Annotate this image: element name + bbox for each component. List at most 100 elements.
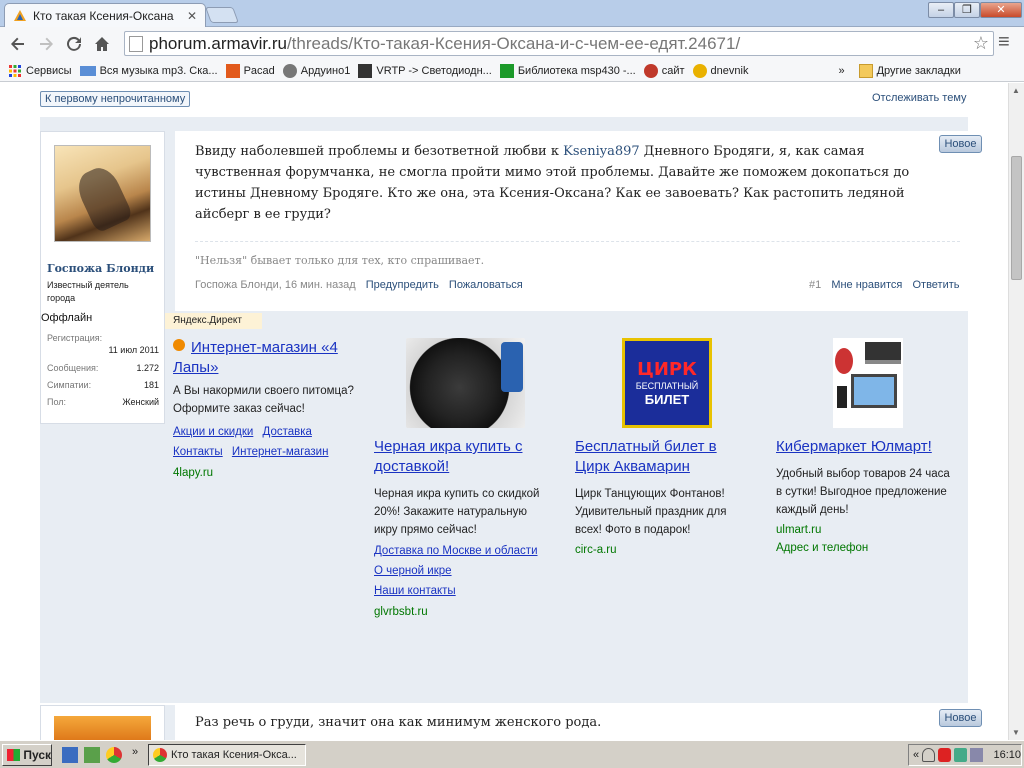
bookmark-star-icon[interactable]: ☆ — [973, 33, 989, 54]
tray-expand-icon[interactable]: « — [913, 749, 919, 761]
first-unread-button[interactable]: К первому непрочитанному — [40, 91, 191, 107]
start-button[interactable]: Пуск — [2, 744, 52, 766]
like-link[interactable]: Мне нравится — [831, 279, 902, 291]
tab-close-icon[interactable]: ✕ — [187, 9, 197, 23]
menu-icon[interactable]: ≡ — [998, 31, 1010, 54]
user-mention-link[interactable]: Kseniya897 — [563, 144, 640, 159]
scroll-thumb[interactable] — [1011, 156, 1022, 280]
chrome-icon[interactable] — [106, 747, 122, 763]
url-host: phorum.armavir.ru — [149, 33, 287, 53]
maximize-button[interactable]: ❐ — [954, 2, 980, 18]
report-link[interactable]: Пожаловаться — [449, 279, 523, 291]
warn-link[interactable]: Предупредить — [366, 279, 439, 291]
ad-title-link[interactable]: Интернет-магазин «4 Лапы» — [173, 339, 338, 376]
bookmark-site[interactable]: сайт — [643, 63, 685, 78]
ad-domain[interactable]: glvrbsbt.ru — [374, 603, 544, 621]
taskbar-chrome-window[interactable]: Кто такая Ксения-Окса... — [148, 744, 306, 766]
page-scrollbar[interactable]: ▲ ▼ — [1008, 83, 1024, 740]
windows-logo-icon — [7, 749, 21, 761]
bookmark-dnevnik[interactable]: dnevnik — [692, 63, 748, 78]
notification-bell-icon[interactable] — [922, 748, 936, 762]
bookmark-arduino[interactable]: Ардуино1 — [282, 63, 350, 78]
mouse-icon — [835, 348, 853, 374]
ad-sitelink[interactable]: Интернет-магазин — [232, 446, 329, 458]
bookmark-pacad[interactable]: Pacad — [225, 63, 275, 78]
ad-title-link[interactable]: Кибермаркет Юлмарт! — [776, 438, 932, 455]
bookmark-vrtp[interactable]: VRTP -> Светодиодн... — [358, 63, 492, 78]
clock[interactable]: 16:10 — [993, 749, 1021, 761]
ad-sitelink[interactable]: Доставка по Москве и области — [374, 541, 544, 561]
close-window-button[interactable]: ✕ — [980, 2, 1022, 18]
bookmarks-overflow-label: » — [838, 64, 845, 77]
page-icon — [129, 35, 143, 52]
ad-electronics-image[interactable] — [833, 338, 903, 428]
stat-value: Женский — [122, 397, 159, 407]
home-button[interactable] — [88, 30, 116, 58]
reload-button[interactable] — [60, 30, 88, 58]
ad-sitelink[interactable]: Доставка — [263, 426, 312, 438]
stat-likes: Симпатии: 181 — [45, 380, 159, 397]
post-text: Раз речь о груди, значит она как минимум… — [195, 715, 602, 730]
taskbar: Пуск » Кто такая Ксения-Окса... « 16:10 — [0, 740, 1024, 768]
ad-contact-link[interactable]: Адрес и телефон — [776, 539, 956, 557]
new-tab-button[interactable] — [205, 7, 239, 23]
show-desktop-icon[interactable] — [62, 747, 78, 763]
ad-sitelink[interactable]: Наши контакты — [374, 581, 544, 601]
avatar[interactable] — [54, 716, 151, 740]
forward-button[interactable] — [32, 30, 60, 58]
ad-circus-image[interactable]: ЦИРК БЕСПЛАТНЫЙ БИЛЕТ — [622, 338, 712, 428]
bookmark-label: VRTP -> Светодиодн... — [376, 64, 492, 77]
ad-item: Кибермаркет Юлмарт! Удобный выбор товаро… — [776, 437, 956, 557]
bookmarks-overflow-button[interactable]: » — [838, 65, 844, 77]
stat-value: 181 — [143, 380, 159, 390]
new-post-badge: Новое — [939, 135, 982, 153]
minimize-button[interactable]: – — [928, 2, 954, 18]
ad-caviar-image[interactable] — [406, 338, 525, 428]
follow-thread-link[interactable]: Отслеживать тему — [872, 92, 967, 104]
back-arrow-icon — [11, 37, 24, 50]
tab-title: Кто такая Ксения-Оксана — [33, 9, 174, 23]
reload-icon — [67, 36, 81, 51]
avatar[interactable] — [54, 145, 151, 242]
ad-domain[interactable]: ulmart.ru — [776, 521, 956, 539]
start-label: Пуск — [23, 748, 51, 762]
other-bookmarks[interactable]: Другие закладки — [858, 63, 961, 78]
network-icon[interactable] — [954, 748, 968, 762]
folder-icon — [858, 63, 873, 78]
ad-domain[interactable]: circ-a.ru — [575, 541, 755, 559]
volume-icon[interactable] — [970, 748, 984, 762]
bookmark-music[interactable]: Вся музыка mp3. Ска... — [79, 65, 218, 77]
other-bookmarks-label: Другие закладки — [876, 64, 961, 77]
ad-title-link[interactable]: Бесплатный билет в Цирк Аквамарин — [575, 438, 717, 475]
msp430-icon — [499, 63, 514, 78]
ad-sitelink[interactable]: О черной икре — [374, 561, 544, 581]
quicklaunch-overflow-icon[interactable]: » — [132, 746, 138, 758]
browser-tab[interactable]: Кто такая Ксения-Оксана ✕ — [4, 3, 206, 28]
quicklaunch-app-icon[interactable] — [84, 747, 100, 763]
post-text: Ввиду наболевшей проблемы и безответной … — [195, 141, 935, 225]
bookmark-msp430[interactable]: Библиотека msp430 -... — [499, 63, 636, 78]
post-number-link[interactable]: #1 — [809, 279, 821, 291]
paw-icon — [173, 339, 185, 351]
bookmark-services[interactable]: Сервисы — [8, 64, 72, 78]
ad-item: Черная икра купить с доставкой! Черная и… — [374, 437, 544, 621]
ad-sitelink[interactable]: Контакты — [173, 446, 223, 458]
url-path: /threads/Кто-такая-Ксения-Оксана-и-с-чем… — [286, 33, 741, 53]
back-button[interactable] — [4, 30, 32, 58]
circus-image-text: ЦИРК — [637, 358, 697, 380]
ad-domain[interactable]: 4lapy.ru — [173, 464, 358, 482]
scroll-up-icon[interactable]: ▲ — [1012, 86, 1020, 95]
scroll-down-icon[interactable]: ▼ — [1012, 728, 1020, 737]
yandex-direct-label[interactable]: Яндекс.Директ — [165, 313, 262, 329]
ad-sitelink[interactable]: Акции и скидки — [173, 426, 253, 438]
ad-title-text: Интернет-магазин «4 Лапы» — [173, 339, 338, 376]
bookmark-label: Pacad — [243, 64, 275, 77]
vrtp-icon — [358, 63, 373, 78]
ad-title-link[interactable]: Черная икра купить с доставкой! — [374, 438, 522, 475]
browser-toolbar: phorum.armavir.ru/threads/Кто-такая-Ксен… — [0, 27, 1024, 60]
reply-link[interactable]: Ответить — [912, 279, 959, 291]
username[interactable]: Госпожа Блонди — [47, 262, 154, 275]
antivirus-icon[interactable] — [938, 748, 952, 762]
ad-item: Бесплатный билет в Цирк Аквамарин Цирк Т… — [575, 437, 755, 559]
address-bar[interactable]: phorum.armavir.ru/threads/Кто-такая-Ксен… — [124, 31, 994, 56]
